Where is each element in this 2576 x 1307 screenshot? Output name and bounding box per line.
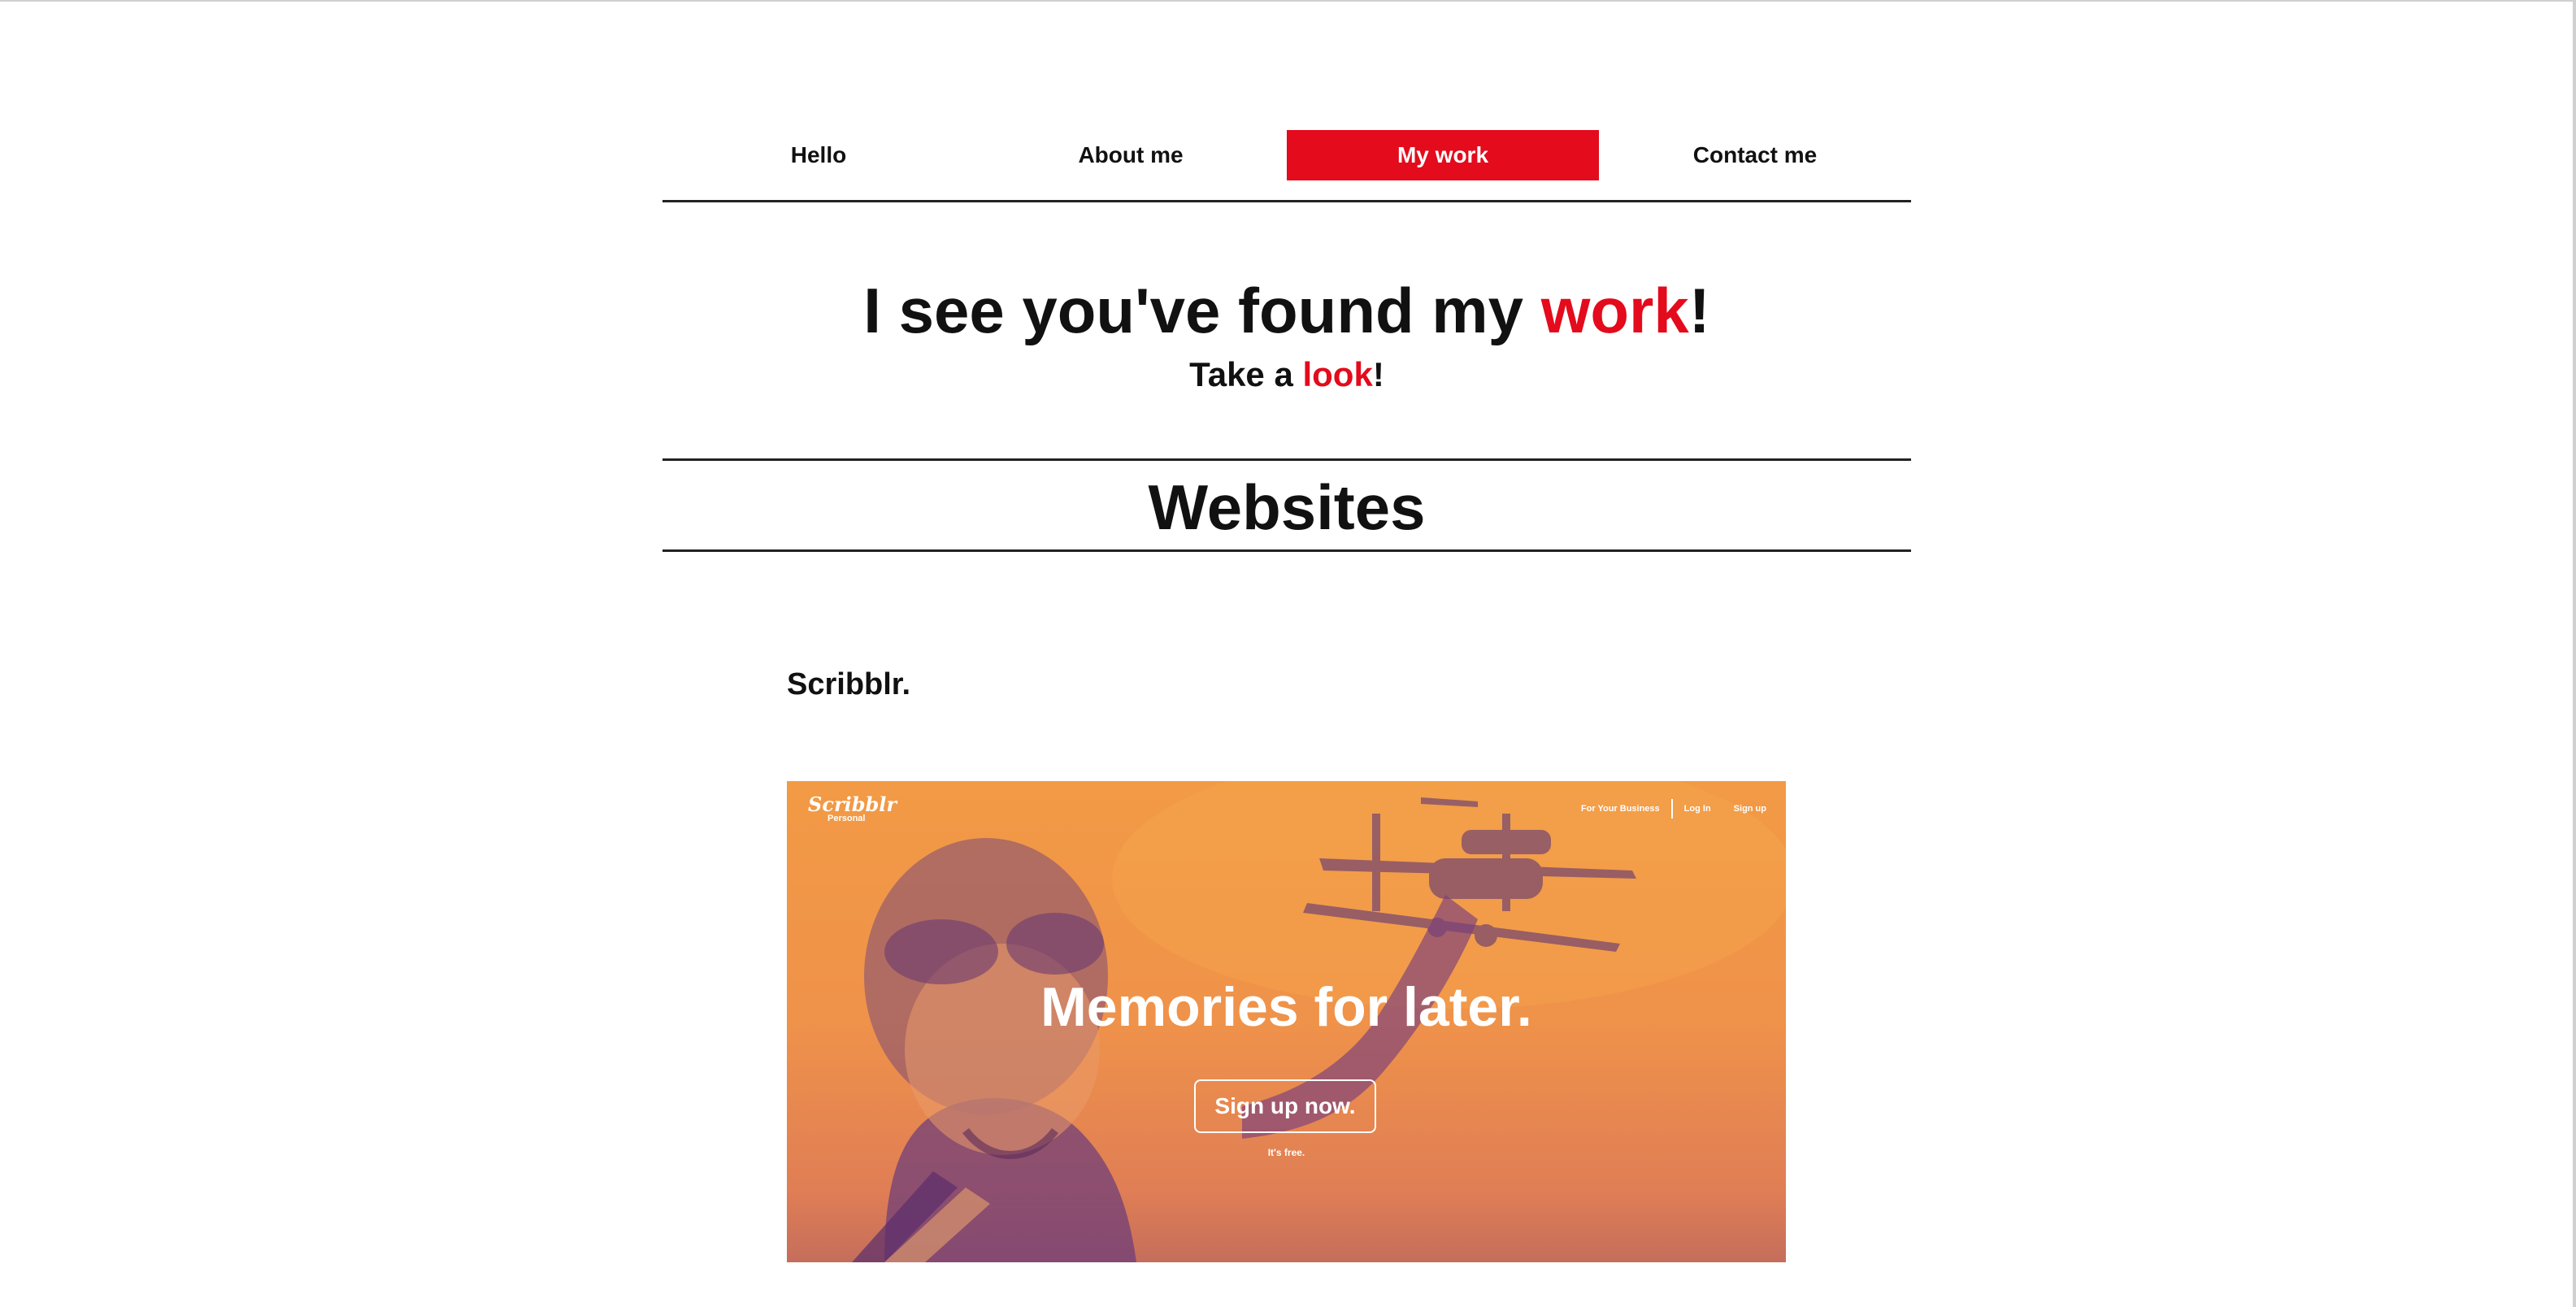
nav-item-about-me[interactable]: About me xyxy=(975,130,1287,180)
hero-subtitle-end: ! xyxy=(1372,355,1384,393)
preview-note: It's free. xyxy=(1267,1147,1305,1158)
preview-signup-button: Sign up now. xyxy=(1194,1079,1376,1133)
preview-logo: Scribblr xyxy=(808,792,897,816)
nav-item-my-work[interactable]: My work xyxy=(1287,130,1599,180)
preview-logo-sub: Personal xyxy=(828,814,866,823)
section-divider-bottom xyxy=(662,549,1911,552)
preview-nav: For Your Business Log In Sign up xyxy=(1570,799,1778,819)
hero-subtitle-main: Take a xyxy=(1189,355,1303,393)
hero-subtitle: Take a look! xyxy=(662,353,1911,397)
preview-nav-signup: Sign up xyxy=(1733,804,1766,814)
hero-title-accent: work xyxy=(1540,275,1689,346)
nav-item-hello[interactable]: Hello xyxy=(662,130,975,180)
hero-subtitle-accent: look xyxy=(1302,355,1373,393)
preview-headline: Memories for later. xyxy=(1040,976,1532,1038)
page: Hello About me My work Contact me I see … xyxy=(0,0,2576,1307)
hero-title: I see you've found my work! xyxy=(662,273,1911,348)
hero-title-end: ! xyxy=(1688,275,1710,346)
section-title: Websites xyxy=(1148,471,1426,543)
preview-nav-login: Log In xyxy=(1683,804,1711,814)
scrollbar[interactable] xyxy=(2573,0,2576,1307)
section-divider-top xyxy=(662,458,1911,461)
top-border xyxy=(0,0,2576,2)
project-preview-image[interactable]: Scribblr Personal For Your Business Log … xyxy=(787,781,1786,1262)
nav-divider xyxy=(662,200,1911,202)
main-nav: Hello About me My work Contact me xyxy=(662,130,1911,180)
preview-nav-business: For Your Business xyxy=(1580,804,1660,814)
nav-item-contact-me[interactable]: Contact me xyxy=(1599,130,1911,180)
project-title: Scribblr. xyxy=(787,667,911,701)
hero-title-main: I see you've found my xyxy=(863,275,1541,346)
